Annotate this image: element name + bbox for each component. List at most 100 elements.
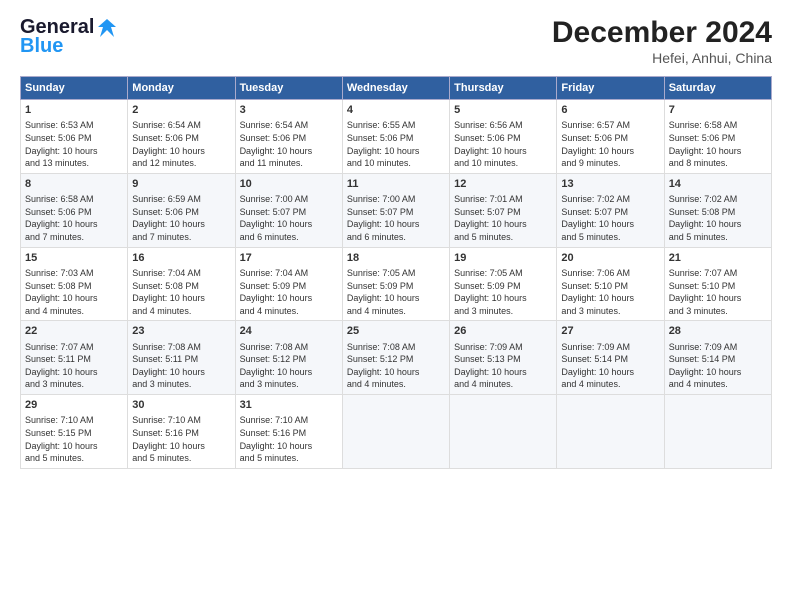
calendar-row: 15Sunrise: 7:03 AMSunset: 5:08 PMDayligh… bbox=[21, 247, 772, 321]
day-info-line: Sunset: 5:06 PM bbox=[561, 132, 659, 145]
day-number: 25 bbox=[347, 324, 445, 339]
table-row: 31Sunrise: 7:10 AMSunset: 5:16 PMDayligh… bbox=[235, 395, 342, 469]
table-row: 22Sunrise: 7:07 AMSunset: 5:11 PMDayligh… bbox=[21, 321, 128, 395]
day-info-line: Sunset: 5:11 PM bbox=[25, 353, 123, 366]
header-row: Sunday Monday Tuesday Wednesday Thursday… bbox=[21, 77, 772, 100]
day-info-line: Daylight: 10 hours bbox=[454, 366, 552, 379]
day-number: 18 bbox=[347, 251, 445, 266]
day-number: 7 bbox=[669, 103, 767, 118]
table-row: 15Sunrise: 7:03 AMSunset: 5:08 PMDayligh… bbox=[21, 247, 128, 321]
table-row: 26Sunrise: 7:09 AMSunset: 5:13 PMDayligh… bbox=[450, 321, 557, 395]
day-info-line: Sunset: 5:07 PM bbox=[561, 206, 659, 219]
day-info-line: Sunset: 5:06 PM bbox=[454, 132, 552, 145]
day-info-line: Daylight: 10 hours bbox=[347, 292, 445, 305]
day-number: 24 bbox=[240, 324, 338, 339]
day-info-line: Daylight: 10 hours bbox=[561, 366, 659, 379]
day-info-line: and 5 minutes. bbox=[669, 231, 767, 244]
day-info-line: Sunset: 5:15 PM bbox=[25, 427, 123, 440]
day-number: 28 bbox=[669, 324, 767, 339]
day-info-line: Daylight: 10 hours bbox=[454, 292, 552, 305]
day-info-line: Daylight: 10 hours bbox=[669, 366, 767, 379]
day-number: 15 bbox=[25, 251, 123, 266]
day-info-line: and 5 minutes. bbox=[561, 231, 659, 244]
day-info-line: Sunrise: 6:55 AM bbox=[347, 119, 445, 132]
day-info-line: and 12 minutes. bbox=[132, 157, 230, 170]
day-info-line: Sunrise: 7:06 AM bbox=[561, 267, 659, 280]
table-row bbox=[450, 395, 557, 469]
day-info-line: Sunrise: 7:09 AM bbox=[561, 341, 659, 354]
day-info-line: Sunset: 5:07 PM bbox=[454, 206, 552, 219]
day-number: 29 bbox=[25, 398, 123, 413]
calendar-header: Sunday Monday Tuesday Wednesday Thursday… bbox=[21, 77, 772, 100]
day-info-line: Sunrise: 6:58 AM bbox=[25, 193, 123, 206]
day-info-line: Sunset: 5:14 PM bbox=[669, 353, 767, 366]
table-row: 5Sunrise: 6:56 AMSunset: 5:06 PMDaylight… bbox=[450, 100, 557, 174]
day-info-line: Sunrise: 7:08 AM bbox=[347, 341, 445, 354]
day-info-line: Sunrise: 7:04 AM bbox=[240, 267, 338, 280]
day-info-line: Sunset: 5:06 PM bbox=[669, 132, 767, 145]
table-row bbox=[557, 395, 664, 469]
day-info-line: and 5 minutes. bbox=[25, 452, 123, 465]
table-row: 11Sunrise: 7:00 AMSunset: 5:07 PMDayligh… bbox=[342, 173, 449, 247]
day-info-line: and 4 minutes. bbox=[454, 378, 552, 391]
day-info-line: Daylight: 10 hours bbox=[240, 366, 338, 379]
day-info-line: Daylight: 10 hours bbox=[132, 440, 230, 453]
day-number: 10 bbox=[240, 177, 338, 192]
day-info-line: and 8 minutes. bbox=[669, 157, 767, 170]
day-info-line: Sunrise: 7:03 AM bbox=[25, 267, 123, 280]
day-info-line: Sunset: 5:06 PM bbox=[25, 132, 123, 145]
day-info-line: and 10 minutes. bbox=[454, 157, 552, 170]
day-info-line: Sunrise: 7:09 AM bbox=[454, 341, 552, 354]
col-wednesday: Wednesday bbox=[342, 77, 449, 100]
day-info-line: Daylight: 10 hours bbox=[454, 218, 552, 231]
day-info-line: Daylight: 10 hours bbox=[132, 218, 230, 231]
day-info-line: Daylight: 10 hours bbox=[347, 218, 445, 231]
day-info-line: Daylight: 10 hours bbox=[454, 145, 552, 158]
day-info-line: Sunset: 5:16 PM bbox=[132, 427, 230, 440]
day-info-line: Daylight: 10 hours bbox=[25, 440, 123, 453]
day-info-line: Sunset: 5:07 PM bbox=[347, 206, 445, 219]
day-info-line: and 11 minutes. bbox=[240, 157, 338, 170]
calendar-table: Sunday Monday Tuesday Wednesday Thursday… bbox=[20, 76, 772, 469]
day-info-line: Sunrise: 7:02 AM bbox=[561, 193, 659, 206]
calendar-row: 22Sunrise: 7:07 AMSunset: 5:11 PMDayligh… bbox=[21, 321, 772, 395]
day-info-line: Daylight: 10 hours bbox=[132, 292, 230, 305]
day-number: 30 bbox=[132, 398, 230, 413]
day-number: 19 bbox=[454, 251, 552, 266]
day-info-line: Daylight: 10 hours bbox=[25, 292, 123, 305]
table-row: 2Sunrise: 6:54 AMSunset: 5:06 PMDaylight… bbox=[128, 100, 235, 174]
day-number: 23 bbox=[132, 324, 230, 339]
day-info-line: Sunset: 5:06 PM bbox=[132, 206, 230, 219]
day-info-line: Daylight: 10 hours bbox=[669, 292, 767, 305]
header: General Blue December 2024 Hefei, Anhui,… bbox=[20, 16, 772, 66]
table-row: 23Sunrise: 7:08 AMSunset: 5:11 PMDayligh… bbox=[128, 321, 235, 395]
day-info-line: Sunrise: 7:05 AM bbox=[454, 267, 552, 280]
day-info-line: and 3 minutes. bbox=[669, 305, 767, 318]
table-row bbox=[342, 395, 449, 469]
day-info-line: Sunrise: 6:59 AM bbox=[132, 193, 230, 206]
day-info-line: Sunset: 5:12 PM bbox=[347, 353, 445, 366]
day-info-line: and 4 minutes. bbox=[132, 305, 230, 318]
day-number: 8 bbox=[25, 177, 123, 192]
subtitle: Hefei, Anhui, China bbox=[552, 50, 772, 66]
day-info-line: Sunset: 5:08 PM bbox=[132, 280, 230, 293]
col-friday: Friday bbox=[557, 77, 664, 100]
day-info-line: Sunrise: 6:54 AM bbox=[240, 119, 338, 132]
day-number: 3 bbox=[240, 103, 338, 118]
day-number: 1 bbox=[25, 103, 123, 118]
day-info-line: Sunset: 5:10 PM bbox=[669, 280, 767, 293]
day-number: 14 bbox=[669, 177, 767, 192]
day-info-line: Sunrise: 7:07 AM bbox=[25, 341, 123, 354]
day-info-line: and 4 minutes. bbox=[669, 378, 767, 391]
table-row: 7Sunrise: 6:58 AMSunset: 5:06 PMDaylight… bbox=[664, 100, 771, 174]
table-row: 9Sunrise: 6:59 AMSunset: 5:06 PMDaylight… bbox=[128, 173, 235, 247]
logo-blue: Blue bbox=[20, 35, 63, 58]
day-number: 9 bbox=[132, 177, 230, 192]
table-row: 17Sunrise: 7:04 AMSunset: 5:09 PMDayligh… bbox=[235, 247, 342, 321]
day-info-line: Sunrise: 6:58 AM bbox=[669, 119, 767, 132]
day-info-line: Sunrise: 7:01 AM bbox=[454, 193, 552, 206]
day-number: 26 bbox=[454, 324, 552, 339]
day-number: 21 bbox=[669, 251, 767, 266]
day-info-line: and 3 minutes. bbox=[240, 378, 338, 391]
day-info-line: Sunrise: 6:54 AM bbox=[132, 119, 230, 132]
